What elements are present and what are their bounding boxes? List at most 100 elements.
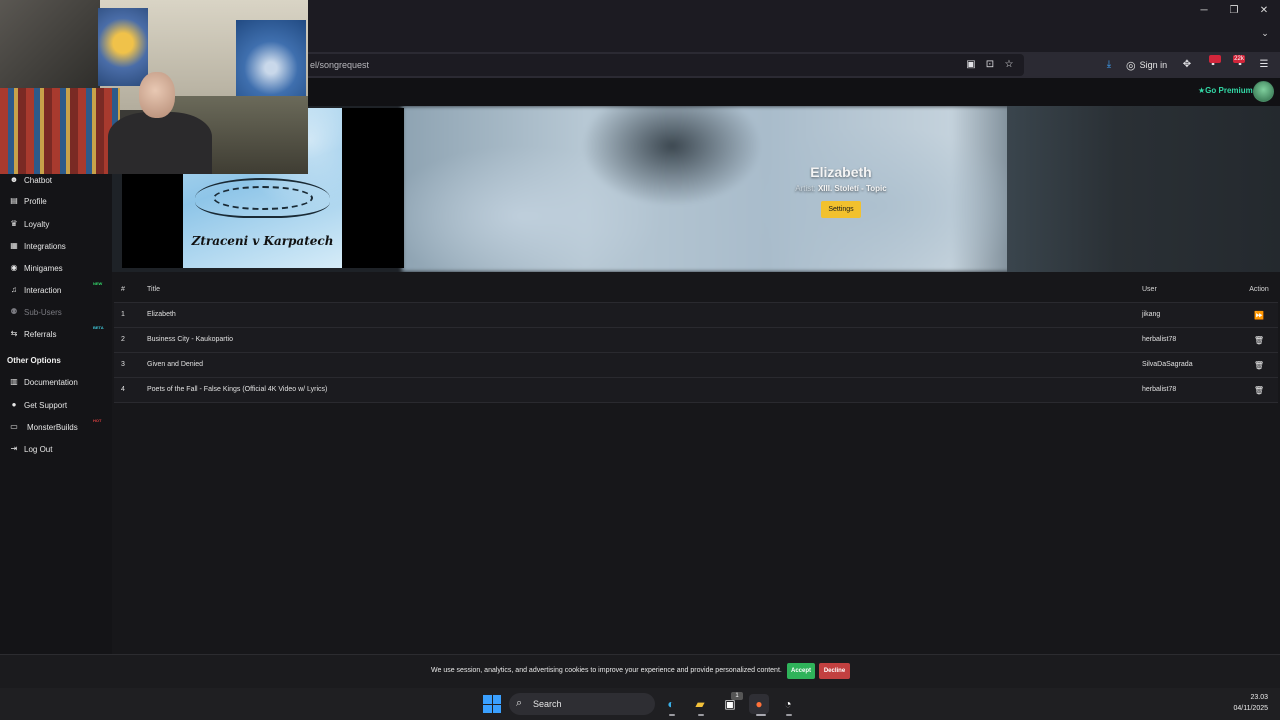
skip-icon[interactable]: ⏩ (1244, 311, 1274, 320)
cookie-message: We use session, analytics, and advertisi… (431, 667, 782, 674)
picture-in-picture-icon[interactable]: ▣ (964, 58, 978, 72)
windows-logo-icon (483, 695, 492, 704)
go-premium-link[interactable]: ★Go Premium (1198, 86, 1253, 95)
save-page-icon[interactable]: ⊡ (983, 58, 997, 72)
taskbar-search-label: Search (533, 699, 562, 709)
table-header: # Title User Action (114, 278, 1278, 303)
sidebar-item-label: Minigames (24, 263, 63, 273)
sidebar-item-profile[interactable]: ▤ Profile (0, 191, 112, 211)
ornament-decoration (213, 186, 313, 210)
settings-button[interactable]: Settings (821, 201, 861, 218)
app-icon[interactable]: ◔ (778, 694, 798, 714)
sidebar-item-referrals[interactable]: ⇆ Referrals BETA (0, 324, 112, 344)
accept-cookies-button[interactable]: Accept (787, 663, 815, 679)
song-title: Given and Denied (147, 361, 204, 368)
document-icon: ▤ (10, 196, 18, 205)
sidebar-item-minigames[interactable]: ◉ Minigames (0, 258, 112, 278)
running-indicator (698, 714, 704, 716)
address-bar[interactable] (300, 54, 1024, 76)
plaid-blanket (0, 88, 120, 174)
file-explorer-icon[interactable]: ▰ (690, 694, 710, 714)
sidebar-item-documentation[interactable]: ▥ Documentation (0, 372, 112, 392)
users-icon: ⚉ (10, 307, 18, 316)
row-number: 2 (121, 336, 125, 343)
user-avatar[interactable] (1253, 81, 1274, 102)
decline-cookies-button[interactable]: Decline (819, 663, 850, 679)
delete-icon[interactable]: 🗑 (1244, 386, 1274, 395)
column-header-title: Title (147, 286, 160, 293)
store-badge: 1 (731, 692, 743, 700)
support-icon: ● (11, 400, 17, 409)
gamepad-icon: ◉ (10, 263, 18, 272)
column-header-user: User (1142, 286, 1157, 293)
now-playing-title: Elizabeth (810, 164, 872, 180)
search-icon: ⌕ (516, 697, 523, 709)
table-row: 2 Business City - Kaukopartio herbalist7… (114, 328, 1278, 353)
share-icon: ⇆ (10, 329, 18, 338)
webcam-overlay (0, 0, 308, 174)
song-title: Poets of the Fall - False Kings (Officia… (147, 386, 328, 393)
downloads-icon[interactable]: ⤓ (1102, 58, 1116, 72)
puzzle-icon: ▦ (10, 241, 18, 250)
other-options-heading: Other Options (7, 356, 61, 365)
requester-user: herbalist78 (1142, 336, 1177, 343)
hot-badge: HOT (93, 418, 102, 423)
sidebar-item-label: Sub-Users (24, 307, 62, 317)
sidebar-item-interaction[interactable]: ♫ Interaction NEW (0, 280, 112, 300)
requester-user: jikang (1142, 311, 1161, 318)
row-number: 1 (121, 311, 125, 318)
requester-user: herbalist78 (1142, 386, 1177, 393)
bookmark-star-icon[interactable]: ☆ (1002, 58, 1016, 72)
minimize-button[interactable]: ─ (1196, 3, 1212, 19)
streamer-head (139, 72, 175, 118)
sidebar-item-log-out[interactable]: ⇥ Log Out (0, 439, 112, 459)
sidebar-item-label: Documentation (24, 377, 78, 387)
account-icon: ◎ (1126, 59, 1136, 72)
edge-icon[interactable]: ◐ (661, 694, 681, 714)
app-menu-icon[interactable]: ☰ (1257, 58, 1271, 72)
sidebar-item-label: Get Support (24, 400, 68, 410)
delete-icon[interactable]: 🗑 (1244, 336, 1274, 345)
sign-in-label: Sign in (1139, 60, 1168, 70)
album-art-title: Ztraceni v Karpatech (191, 234, 334, 248)
banner-fade (1007, 106, 1280, 272)
sidebar-item-label: MonsterBuilds (27, 422, 78, 432)
tab-list-button[interactable]: ⌄ (1258, 28, 1272, 42)
sign-in-button[interactable]: ◎ Sign in (1126, 56, 1167, 74)
restore-button[interactable]: ❐ (1226, 3, 1242, 19)
artist-name: XIII. Století - Topic (817, 184, 887, 193)
close-window-button[interactable]: ✕ (1256, 3, 1272, 19)
beta-badge: BETA (93, 325, 104, 330)
streamer-body (108, 112, 212, 174)
book-icon: ▥ (10, 377, 18, 386)
laptop-icon: ▭ (10, 422, 18, 431)
clock-date[interactable]: 04/11/2025 (1218, 705, 1268, 712)
sidebar-item-monsterbuilds[interactable]: ▭ MonsterBuilds HOT (0, 417, 112, 437)
row-number: 4 (121, 386, 125, 393)
row-number: 3 (121, 361, 125, 368)
song-queue-table: # Title User Action 1 Elizabeth jikang ⏩… (114, 278, 1278, 403)
running-indicator (669, 714, 675, 716)
sidebar-item-label: Chatbot (24, 175, 53, 185)
sidebar-item-label: Loyalty (24, 219, 50, 229)
column-header-action: Action (1249, 286, 1269, 293)
running-indicator (786, 714, 792, 716)
start-button[interactable] (483, 695, 501, 713)
firefox-icon[interactable]: ● (749, 694, 769, 714)
table-row: 3 Given and Denied SilvaDaSagrada 🗑 (114, 353, 1278, 378)
clock-time[interactable]: 23.03 (1230, 694, 1268, 701)
active-app-indicator (756, 714, 766, 716)
robot-icon: ☻ (9, 175, 19, 184)
sidebar-item-label: Referrals (24, 329, 57, 339)
extensions-icon[interactable]: ✥ (1180, 58, 1194, 72)
song-title: Elizabeth (147, 311, 176, 318)
taskbar-search[interactable] (509, 693, 655, 715)
artist-label: Artist: (795, 184, 816, 193)
new-badge: NEW (93, 281, 103, 286)
address-bar-text[interactable]: el/songrequest (310, 58, 369, 72)
sidebar-item-integrations[interactable]: ▦ Integrations (0, 236, 112, 256)
column-header-number: # (121, 286, 125, 293)
sidebar-item-loyalty[interactable]: ♛ Loyalty (0, 214, 112, 234)
delete-icon[interactable]: 🗑 (1244, 361, 1274, 370)
sidebar-item-get-support[interactable]: ● Get Support (0, 395, 112, 415)
